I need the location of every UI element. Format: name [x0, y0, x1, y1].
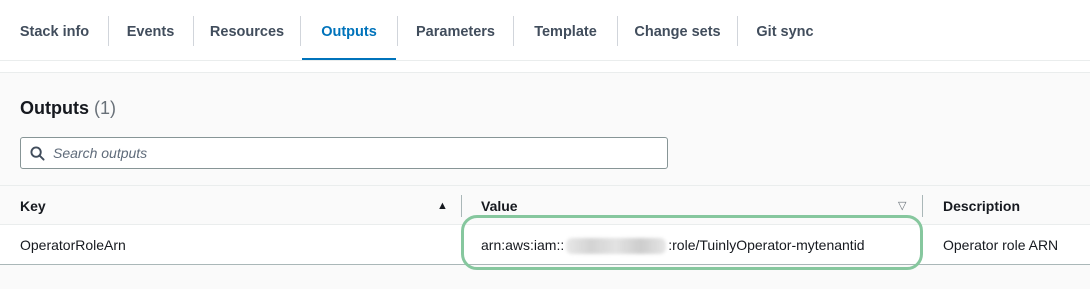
- column-header-value[interactable]: Value: [481, 186, 518, 226]
- tab-parameters[interactable]: Parameters: [398, 0, 513, 60]
- table-row: OperatorRoleArn arn:aws:iam:::role/Tuinl…: [0, 225, 1090, 265]
- tab-change-sets[interactable]: Change sets: [618, 0, 737, 60]
- tab-divider: [300, 16, 301, 46]
- caret-up-icon[interactable]: ▲: [437, 201, 448, 212]
- tab-resources[interactable]: Resources: [194, 0, 300, 60]
- cell-description: Operator role ARN: [943, 237, 1059, 253]
- outputs-count: (1): [94, 98, 117, 118]
- tab-outputs[interactable]: Outputs: [302, 0, 396, 60]
- tab-events[interactable]: Events: [109, 0, 192, 60]
- table-header: Key ▲ Value ▽ Description: [0, 185, 1090, 225]
- tab-bar-border: [0, 60, 1090, 61]
- tab-stack-info[interactable]: Stack info: [8, 0, 101, 60]
- panel-title-text: Outputs: [20, 98, 89, 118]
- tab-template[interactable]: Template: [514, 0, 617, 60]
- tab-git-sync[interactable]: Git sync: [738, 0, 832, 60]
- column-header-description[interactable]: Description: [943, 186, 1020, 226]
- search-icon: [30, 146, 45, 161]
- column-header-key[interactable]: Key: [20, 186, 46, 226]
- cell-key: OperatorRoleArn: [20, 237, 126, 253]
- column-divider[interactable]: [461, 195, 462, 217]
- search-input[interactable]: [53, 138, 653, 168]
- tab-bar: Stack info Events Resources Outputs Para…: [0, 0, 1090, 61]
- search-box[interactable]: [20, 137, 668, 169]
- column-divider[interactable]: [922, 195, 923, 217]
- caret-down-icon[interactable]: ▽: [898, 201, 906, 212]
- cell-value: arn:aws:iam:::role/TuinlyOperator-mytena…: [481, 225, 865, 265]
- panel-title: Outputs (1): [20, 98, 116, 119]
- cell-value-suffix: :role/TuinlyOperator-mytenantid: [668, 237, 865, 253]
- redacted-account-id: [566, 238, 667, 255]
- cell-value-prefix: arn:aws:iam::: [481, 237, 565, 253]
